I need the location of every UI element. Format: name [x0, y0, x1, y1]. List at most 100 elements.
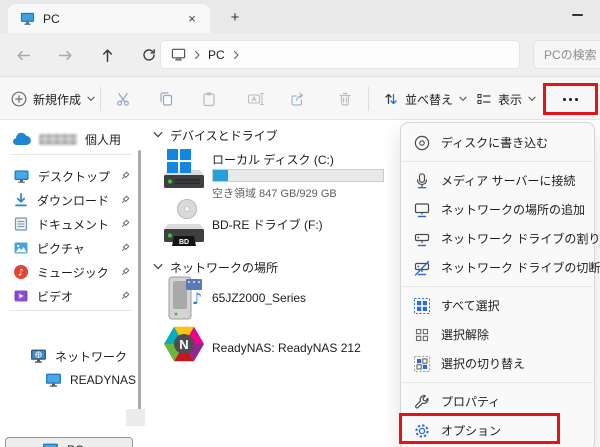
pin-icon	[121, 171, 130, 180]
view-button-label: 表示	[498, 92, 523, 107]
sidebar-item-downloads[interactable]: ダウンロード	[13, 188, 109, 212]
chevron-down-icon	[459, 96, 467, 101]
disconnect-network-drive-icon	[414, 260, 430, 276]
menu-item-add-network-location[interactable]: ネットワークの場所の追加	[401, 195, 594, 224]
refresh-icon	[143, 49, 155, 61]
menu-divider	[402, 286, 593, 287]
videos-icon	[14, 290, 28, 302]
sidebar-item-desktop[interactable]: デスクトップ	[13, 164, 110, 188]
back-arrow-icon	[16, 50, 30, 60]
disk-usage-fill	[213, 170, 229, 181]
item-media-server[interactable]: ♪	[166, 274, 206, 322]
media-server-name[interactable]: 65JZ2000_Series	[212, 291, 306, 305]
paste-button[interactable]	[193, 84, 225, 114]
media-connect-icon	[416, 172, 428, 188]
menu-item-disconnect-network-drive[interactable]: ネットワーク ドライブの切断	[401, 253, 600, 282]
bd-drive-name[interactable]: BD-RE ドライブ (F:)	[212, 216, 323, 233]
sidebar-item-readynas[interactable]: READYNAS	[45, 368, 136, 392]
chevron-right-icon[interactable]	[232, 50, 240, 60]
menu-item-burn-to-disc[interactable]: ディスクに書き込む	[401, 128, 594, 157]
menu-item-select-none[interactable]: 選択解除	[401, 320, 594, 349]
svg-text:♪: ♪	[18, 267, 24, 278]
pin-icon	[121, 219, 130, 228]
menu-divider	[402, 382, 593, 383]
add-network-location-icon	[414, 202, 430, 217]
up-button[interactable]	[92, 40, 122, 70]
menu-item-map-network-drive[interactable]: ネットワーク ドライブの割り当て	[401, 224, 600, 253]
see-more-menu: ディスクに書き込む メディア サーバーに接続 ネットワークの場所の追加 ネットワ…	[400, 122, 600, 447]
search-input[interactable]: PCの検索	[533, 40, 600, 69]
local-disk-name[interactable]: ローカル ディスク (C:)	[212, 151, 334, 168]
back-button[interactable]	[8, 40, 38, 70]
view-button[interactable]: 表示	[470, 84, 542, 114]
tab-title: PC	[43, 11, 60, 26]
forward-button[interactable]	[50, 40, 80, 70]
minimize-icon[interactable]	[572, 14, 583, 16]
more-icon	[562, 97, 578, 101]
breadcrumb-location[interactable]: PC	[208, 48, 225, 62]
disk-free-space: 空き領域 847 GB/929 GB	[212, 188, 337, 200]
invert-selection-icon	[414, 355, 430, 372]
cut-button[interactable]	[107, 84, 139, 114]
redacted-username	[39, 133, 77, 145]
select-all-icon	[414, 297, 430, 314]
options-gear-icon	[415, 423, 429, 438]
new-button-label: 新規作成	[33, 92, 82, 107]
item-readynas[interactable]: N	[162, 322, 206, 366]
desktop-icon	[14, 170, 29, 183]
sidebar-item-music[interactable]: ♪ ミュージック	[13, 260, 109, 284]
sidebar-item-videos[interactable]: ビデオ	[13, 284, 73, 308]
sidebar-item-network[interactable]: ネットワーク	[30, 344, 127, 368]
view-icon	[477, 93, 491, 105]
local-disk-icon	[164, 149, 204, 188]
menu-item-connect-media-server[interactable]: メディア サーバーに接続	[401, 166, 594, 195]
menu-item-select-all[interactable]: すべて選択	[401, 291, 594, 320]
menu-item-invert-selection[interactable]: 選択の切り替え	[401, 349, 594, 378]
media-server-icon: ♪	[168, 276, 202, 320]
new-tab-icon[interactable]: +	[224, 7, 246, 29]
sidebar-item-pc[interactable]: PC	[5, 437, 133, 447]
chevron-down-icon	[87, 96, 95, 101]
sort-button-label: 並べ替え	[405, 92, 454, 107]
bd-drive-icon: BD	[164, 199, 204, 246]
properties-wrench-icon	[415, 394, 429, 408]
burn-disc-icon	[414, 135, 430, 150]
onedrive-cloud-icon	[12, 132, 31, 146]
sidebar-item-documents[interactable]: ドキュメント	[13, 212, 109, 236]
copy-button[interactable]	[150, 84, 182, 114]
sidebar-scrollbar[interactable]	[138, 150, 141, 410]
sort-icon	[385, 93, 397, 105]
rename-icon: A	[247, 92, 264, 106]
sidebar-item-onedrive[interactable]: 個人用	[12, 127, 121, 151]
share-button[interactable]	[281, 84, 313, 114]
readynas-hexagon-icon: N	[164, 326, 204, 362]
nas-monitor-icon	[46, 373, 61, 387]
item-bd-drive[interactable]: BD	[160, 198, 206, 250]
item-local-disk[interactable]	[160, 146, 206, 192]
sidebar-item-pictures[interactable]: ピクチャ	[13, 236, 85, 260]
menu-item-options[interactable]: オプション	[401, 416, 594, 445]
downloads-icon	[15, 193, 27, 207]
address-bar[interactable]: PC	[160, 40, 520, 69]
forward-arrow-icon	[58, 50, 72, 60]
svg-text:♪: ♪	[192, 289, 202, 308]
sidebar-divider	[10, 154, 132, 155]
readynas-name[interactable]: ReadyNAS: ReadyNAS 212	[212, 341, 361, 355]
sort-button[interactable]: 並べ替え	[377, 84, 473, 114]
sidebar-scrollbar-end[interactable]	[126, 409, 145, 426]
toolbar-divider	[100, 87, 101, 111]
see-more-button[interactable]	[549, 84, 591, 114]
section-devices-and-drives[interactable]: デバイスとドライブ	[153, 126, 278, 144]
pin-icon	[121, 243, 130, 252]
copy-icon	[160, 92, 173, 106]
new-button[interactable]: 新規作成	[5, 84, 101, 114]
tab-close-icon[interactable]: ×	[184, 11, 200, 27]
tab-pc[interactable]: PC ×	[8, 4, 210, 33]
music-icon: ♪	[14, 265, 28, 279]
svg-text:BD: BD	[179, 239, 189, 246]
paste-icon	[203, 92, 215, 107]
rename-button[interactable]: A	[239, 84, 271, 114]
disk-usage-bar	[212, 169, 384, 182]
delete-button[interactable]	[329, 84, 361, 114]
menu-item-properties[interactable]: プロパティ	[401, 387, 594, 416]
